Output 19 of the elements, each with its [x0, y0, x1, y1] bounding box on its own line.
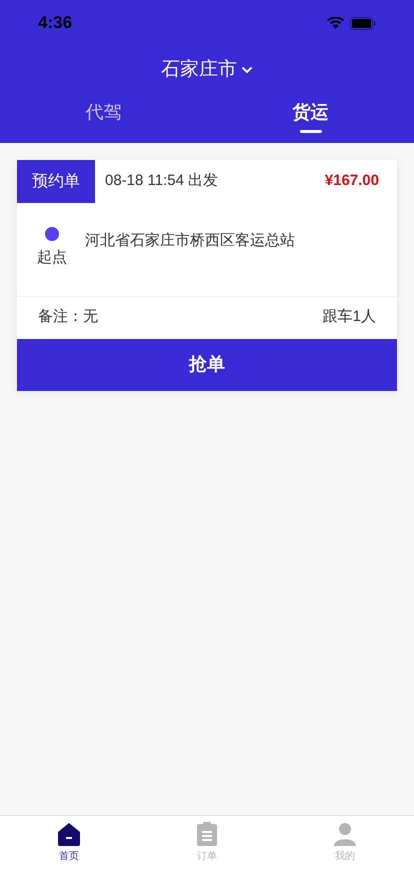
user-icon	[333, 822, 357, 846]
tab[interactable]: 货运	[207, 98, 414, 132]
passenger-count: 跟车1人	[322, 307, 376, 328]
city-selector[interactable]: 石家庄市	[161, 56, 253, 84]
grab-order-button[interactable]: 抢单	[17, 338, 397, 390]
price: ¥167.00	[324, 171, 379, 192]
order-type-badge: 预约单	[17, 160, 95, 203]
nav-item[interactable]: 首页	[0, 822, 138, 864]
battery-icon	[350, 16, 376, 30]
start-address: 河北省石家庄市桥西区客运总站	[85, 231, 295, 251]
order-note: 备注：无	[38, 307, 98, 328]
departure-time: 08-18 11:54 出发	[105, 171, 218, 192]
clipboard-icon	[196, 822, 218, 846]
tab[interactable]: 代驾	[0, 98, 207, 132]
chevron-down-icon	[241, 66, 253, 74]
wifi-icon	[327, 17, 344, 29]
home-icon	[57, 822, 81, 846]
status-time: 4:36	[38, 12, 72, 34]
start-label: 起点	[37, 248, 67, 268]
